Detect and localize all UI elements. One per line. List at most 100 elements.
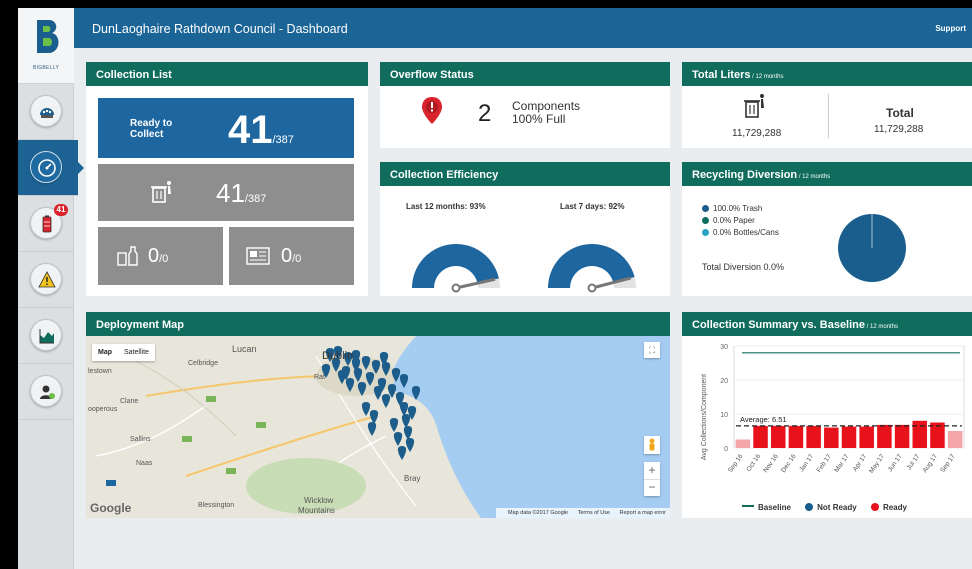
x-tick-label: Sep 16 xyxy=(727,453,745,474)
street-view-button[interactable] xyxy=(644,436,660,454)
trash-tile[interactable]: 41/387 xyxy=(98,164,354,221)
gauge-icon xyxy=(38,159,56,177)
user-icon xyxy=(40,385,55,399)
bar-ready[interactable] xyxy=(877,424,892,448)
sidebar-item-reports[interactable] xyxy=(18,308,74,364)
sidebar-item-alerts[interactable] xyxy=(18,252,74,308)
map-label: ooperous xyxy=(88,406,118,413)
x-tick-label: Jan 17 xyxy=(798,453,815,473)
legend-item-baseline: Baseline xyxy=(742,503,791,512)
sidebar-item-users[interactable] xyxy=(18,364,74,420)
zoom-in-button[interactable]: + xyxy=(644,462,660,479)
summary-legend: Baseline Not Ready Ready xyxy=(742,503,919,512)
map-canvas xyxy=(86,336,670,518)
sidebar-item-fullness[interactable]: 41 xyxy=(18,196,74,252)
legend-dot xyxy=(702,205,709,212)
ready-label-line: Ready to xyxy=(130,118,173,129)
fullscreen-button[interactable]: ⛶ xyxy=(644,342,660,358)
bar-ready[interactable] xyxy=(806,425,821,448)
total-diversion: Total Diversion 0.0% xyxy=(702,262,785,272)
total-liters: 11,729,288 xyxy=(874,124,924,135)
x-tick-label: Aug 17 xyxy=(922,453,940,474)
legend-item-ready: Ready xyxy=(870,503,907,512)
battery-icon xyxy=(42,215,52,233)
bar-ready[interactable] xyxy=(770,425,786,448)
map-type-map[interactable]: Map xyxy=(92,344,118,361)
total-liters-panel: Total Liters / 12 months 11,729,288 Tota… xyxy=(682,62,972,148)
efficiency-12m-label: Last 12 months: 93% xyxy=(406,202,486,211)
support-link[interactable]: Support xyxy=(935,24,966,33)
x-tick-label: Nov 16 xyxy=(762,453,780,474)
report-error-link[interactable]: Report a map error xyxy=(620,510,666,516)
map-attribution: Map data ©2017 Google Terms of Use Repor… xyxy=(496,508,670,518)
legend-item-not-ready: Not Ready xyxy=(805,503,857,512)
paper-count: 0/0 xyxy=(281,245,301,268)
legend-line xyxy=(742,505,754,507)
diversion-pie-chart xyxy=(838,214,906,282)
collection-list-panel: Collection List Ready to Collect 41/387 xyxy=(86,62,368,296)
map-label: Celbridge xyxy=(188,360,218,367)
nav-circle xyxy=(30,375,62,407)
x-tick-label: Sep 17 xyxy=(939,453,957,474)
map-label: Dublin xyxy=(322,350,354,362)
map-label: Bray xyxy=(404,474,421,483)
map-label: Sallins xyxy=(130,436,151,443)
gauge-hub xyxy=(587,283,597,293)
dashboard-frame: BIGBELLY 41 DunLaoghaire Rathdown Counci… xyxy=(18,8,972,569)
bar-ready[interactable] xyxy=(788,425,804,448)
bar-ready[interactable] xyxy=(841,426,857,448)
legend-paper: 0.0% Paper xyxy=(702,216,755,225)
panel-header: Overflow Status xyxy=(380,62,670,86)
ready-label-line: Collect xyxy=(130,129,164,140)
nav-circle xyxy=(30,263,62,295)
y-tick-label: 10 xyxy=(720,412,728,419)
panel-header: Total Liters / 12 months xyxy=(682,62,972,86)
sidebar-item-collection[interactable] xyxy=(18,84,74,140)
ready-label: Ready to Collect xyxy=(130,118,172,140)
terms-link[interactable]: Terms of Use xyxy=(578,510,610,516)
panel-header: Collection List xyxy=(86,62,368,86)
bar-ready[interactable] xyxy=(824,427,839,448)
sidebar-item-dashboard[interactable] xyxy=(18,140,84,196)
bar-ready[interactable] xyxy=(947,431,963,448)
ready-total: /387 xyxy=(272,134,294,146)
pegman-icon xyxy=(649,438,655,451)
legend-trash: 100.0% Trash xyxy=(702,204,762,213)
y-axis-label: Avg Collections/Component xyxy=(701,374,708,460)
top-bar: DunLaoghaire Rathdown Council - Dashboar… xyxy=(74,8,972,48)
bar-ready[interactable] xyxy=(894,424,910,448)
legend-dot xyxy=(702,229,709,236)
bar-ready[interactable] xyxy=(753,425,768,448)
legend-label: Not Ready xyxy=(817,503,857,512)
logo[interactable]: BIGBELLY xyxy=(18,8,74,84)
trash-total: /387 xyxy=(244,193,267,205)
deployment-map[interactable]: Map Satellite ⛶ + − Lucan Dublin Celbrid… xyxy=(86,336,670,518)
bottles-tile[interactable]: 0/0 xyxy=(98,227,223,285)
ready-value: 41 xyxy=(228,108,273,152)
zoom-out-button[interactable]: − xyxy=(644,479,660,496)
map-label: Naas xyxy=(136,460,153,467)
bar-ready[interactable] xyxy=(912,420,928,448)
paper-tile[interactable]: 0/0 xyxy=(229,227,354,285)
legend-label: 0.0% Bottles/Cans xyxy=(713,228,779,237)
trash-icon xyxy=(744,94,764,118)
ready-count: 41/387 xyxy=(228,108,294,153)
map-label: Clane xyxy=(120,398,139,405)
recycling-diversion-panel: Recycling Diversion / 12 months 100.0% T… xyxy=(682,162,972,296)
legend-dot xyxy=(702,217,709,224)
bar-ready[interactable] xyxy=(859,426,874,448)
overflow-description: Components 100% Full xyxy=(512,100,580,126)
bar-ready[interactable] xyxy=(735,439,751,449)
chart-icon xyxy=(39,329,54,344)
collection-efficiency-panel: Collection Efficiency Last 12 months: 93… xyxy=(380,162,670,296)
trash-count: 41/387 xyxy=(216,178,266,209)
map-type-toggle: Map Satellite xyxy=(92,344,155,361)
x-tick-label: Feb 17 xyxy=(816,453,834,474)
map-type-satellite[interactable]: Satellite xyxy=(118,344,155,361)
y-tick-label: 30 xyxy=(720,344,728,351)
sidebar: BIGBELLY 41 xyxy=(18,8,84,569)
legend-dot xyxy=(870,503,879,511)
ready-to-collect-tile[interactable]: Ready to Collect 41/387 xyxy=(98,98,354,158)
deployment-map-panel: Deployment Map Map Satellite ⛶ + − Lucan… xyxy=(86,312,670,518)
x-tick-label: Oct 16 xyxy=(745,453,762,473)
